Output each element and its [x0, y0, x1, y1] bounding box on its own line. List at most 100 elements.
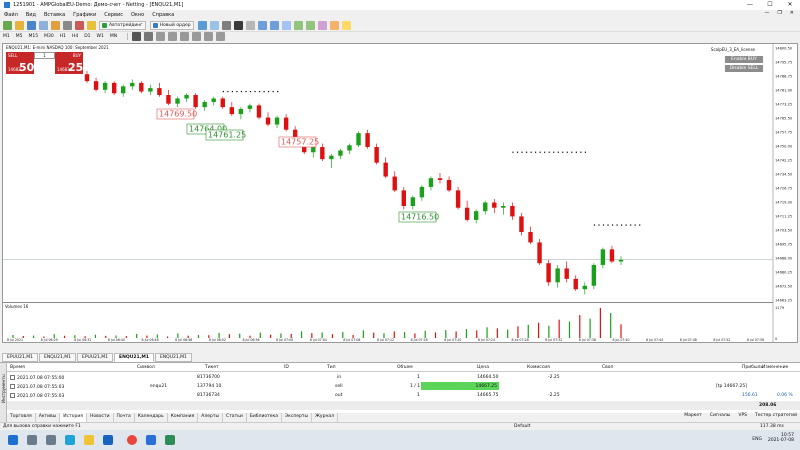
sell-button[interactable]: SELL 14682 50: [6, 52, 34, 74]
channel-icon[interactable]: [192, 32, 202, 41]
mail-icon[interactable]: [103, 435, 113, 445]
tab-mailbox[interactable]: Почта: [114, 413, 135, 422]
tf-m30[interactable]: M30: [44, 34, 54, 39]
col-volume[interactable]: Объем: [397, 365, 413, 370]
horizontal-line-icon[interactable]: [168, 32, 178, 41]
market-watch-icon[interactable]: [27, 20, 36, 30]
signals-link[interactable]: Сигналы: [710, 413, 731, 418]
mdi-minimize-button[interactable]: —: [764, 10, 769, 16]
periods-icon[interactable]: [329, 20, 339, 30]
col-id[interactable]: ID: [284, 365, 289, 370]
vertical-line-icon[interactable]: [156, 32, 166, 41]
bar-chart-icon[interactable]: [221, 20, 231, 30]
zoom-in-icon[interactable]: [257, 20, 267, 30]
col-ticket[interactable]: Тикет: [205, 365, 219, 370]
tile-windows-icon[interactable]: [281, 20, 291, 30]
one-click-trading-icon[interactable]: [197, 20, 207, 30]
tab-journal[interactable]: Журнал: [312, 413, 339, 422]
menu-view[interactable]: Вид: [26, 12, 36, 18]
store-icon[interactable]: [146, 435, 156, 445]
chart-tab[interactable]: EPUU21,M1: [2, 353, 39, 362]
tab-assets[interactable]: Активы: [36, 413, 61, 422]
chart-tab[interactable]: ENQU21,M1: [39, 353, 76, 362]
tab-trade[interactable]: Торговля: [7, 413, 36, 422]
col-profit[interactable]: Прибыль: [742, 365, 763, 370]
chart-shift-icon[interactable]: [305, 20, 315, 30]
disable-sell-button[interactable]: Disable SELL: [725, 65, 763, 72]
tab-code-base[interactable]: Библиотека: [247, 413, 282, 422]
editor-icon[interactable]: [87, 20, 96, 30]
minimize-button[interactable]: —: [740, 0, 760, 10]
tf-m5[interactable]: M5: [16, 34, 23, 39]
tf-m1[interactable]: M1: [3, 34, 10, 39]
depth-of-market-icon[interactable]: [209, 20, 219, 30]
chart-tab[interactable]: EPUU21,M1: [77, 353, 114, 362]
close-button[interactable]: ✕: [780, 0, 800, 10]
chrome-icon[interactable]: [127, 435, 137, 445]
edge-icon[interactable]: [65, 435, 75, 445]
tab-company[interactable]: Компания: [168, 413, 199, 422]
menu-window[interactable]: Окно: [131, 12, 144, 18]
text-icon[interactable]: [216, 32, 226, 41]
col-symbol[interactable]: Символ: [137, 365, 155, 370]
col-type[interactable]: Тип: [327, 365, 336, 370]
col-swap[interactable]: Своп: [602, 365, 614, 370]
lot-size-input[interactable]: 1: [34, 52, 55, 59]
clock-date[interactable]: 2021-07-08: [768, 438, 794, 443]
fibonacci-icon[interactable]: [204, 32, 214, 41]
data-window-icon[interactable]: [39, 20, 48, 30]
auto-scroll-icon[interactable]: [293, 20, 303, 30]
enable-buy-button[interactable]: Enable BUY: [725, 56, 763, 63]
task-view-icon[interactable]: [46, 435, 56, 445]
search-icon[interactable]: [27, 435, 37, 445]
history-row[interactable]: 2021.07.08 07:55:00 81736700 in 1 14664.…: [7, 373, 800, 382]
col-time[interactable]: Время: [10, 365, 25, 370]
chart-tab-active[interactable]: ENQU21,M1: [114, 353, 154, 362]
templates-icon[interactable]: [341, 20, 351, 30]
menu-help[interactable]: Справка: [152, 12, 174, 18]
tf-w1[interactable]: W1: [97, 34, 104, 39]
tf-mn[interactable]: MN: [110, 34, 117, 39]
tf-m15[interactable]: M15: [29, 34, 39, 39]
zoom-out-icon[interactable]: [269, 20, 279, 30]
mdi-close-button[interactable]: ✕: [790, 10, 794, 16]
metatrader-icon[interactable]: [165, 435, 175, 445]
explorer-icon[interactable]: [84, 435, 94, 445]
tf-h4[interactable]: H4: [72, 34, 78, 39]
chart-window[interactable]: 14800.50 14795.75 14788.75 14781.00 14773.25…: [2, 43, 798, 343]
tab-calendar[interactable]: Календарь: [135, 413, 168, 422]
new-order-button[interactable]: Новый ордер: [149, 20, 194, 30]
trendline-icon[interactable]: [180, 32, 190, 41]
tab-experts[interactable]: Эксперты: [282, 413, 313, 422]
tab-news[interactable]: Новости: [87, 413, 114, 422]
indicators-icon[interactable]: [317, 20, 327, 30]
chart-tab[interactable]: ENQU21,M1: [154, 353, 192, 362]
col-change[interactable]: Изменение: [762, 365, 788, 370]
toolbox-icon[interactable]: [63, 20, 72, 30]
price-chart[interactable]: 14800.50 14795.75 14788.75 14781.00 14773.25…: [3, 44, 797, 342]
new-chart-icon[interactable]: [3, 20, 12, 30]
language-indicator[interactable]: ENG: [752, 437, 762, 442]
candlestick-chart-icon[interactable]: [233, 20, 243, 30]
start-icon[interactable]: [8, 435, 18, 445]
tab-alerts[interactable]: Алерты: [198, 413, 224, 422]
buy-button[interactable]: BUY 14683 25: [55, 52, 83, 74]
tf-d1[interactable]: D1: [84, 34, 90, 39]
navigator-icon[interactable]: [51, 20, 60, 30]
cursor-icon[interactable]: [132, 32, 142, 41]
menu-tools[interactable]: Сервис: [104, 12, 123, 18]
col-commission[interactable]: Комиссия: [527, 365, 550, 370]
tab-history[interactable]: История: [60, 413, 87, 422]
history-row[interactable]: 2021.07.08 07:55:03 enqu21 137794 10 sel…: [7, 382, 800, 391]
history-row[interactable]: 2021.07.08 07:55:03 81736734 out 1 14665…: [7, 391, 800, 400]
menu-charts[interactable]: Графики: [73, 12, 96, 18]
col-price[interactable]: Цена: [477, 365, 489, 370]
mdi-restore-button[interactable]: ❐: [777, 10, 781, 16]
autotrading-button[interactable]: Автотрейдинг: [99, 20, 146, 30]
vps-link[interactable]: VPS: [738, 413, 747, 418]
strategy-tester-link[interactable]: Тестер стратегий: [755, 413, 797, 418]
tab-articles[interactable]: Статьи: [223, 413, 247, 422]
profiles-icon[interactable]: [15, 20, 24, 30]
crosshair-icon[interactable]: [144, 32, 154, 41]
menu-file[interactable]: Файл: [4, 12, 18, 18]
